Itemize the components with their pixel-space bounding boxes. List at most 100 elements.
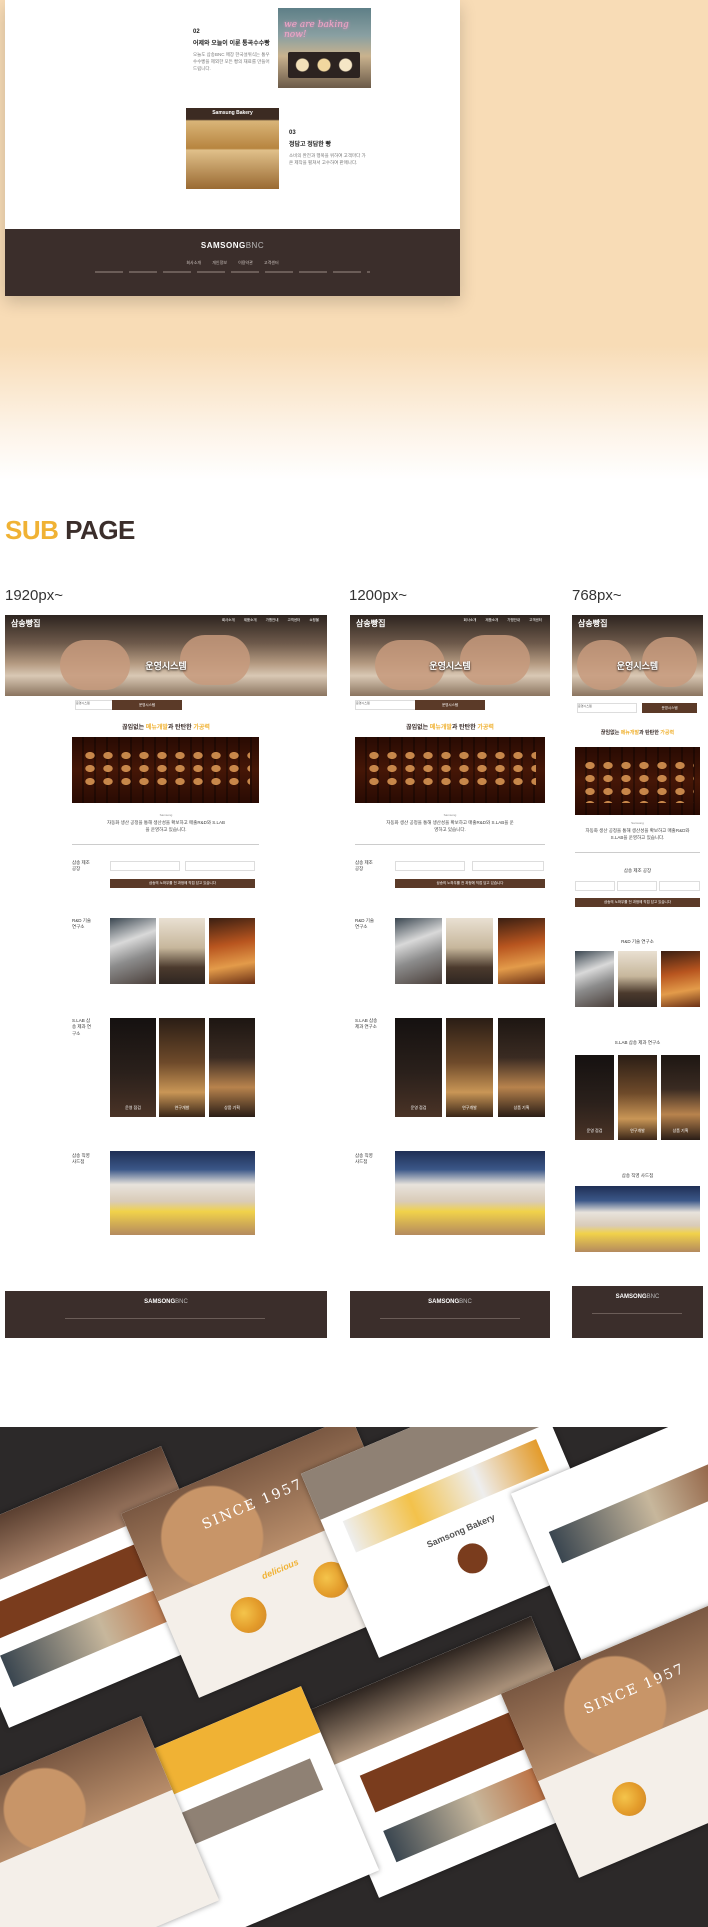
breakpoint-label-768: 768px~: [572, 587, 622, 604]
option-pill[interactable]: [185, 861, 255, 871]
tile-image: [548, 1449, 708, 1564]
nav-item[interactable]: 가맹안내: [266, 618, 279, 622]
logo-sub: BNC: [175, 1299, 188, 1305]
photo-caption: 상품 기획: [224, 1105, 240, 1110]
section-number: 03: [289, 130, 296, 136]
subnav-select[interactable]: 운영시스템: [355, 700, 420, 710]
bun: [224, 1591, 273, 1639]
logo-sub: BNC: [646, 1294, 660, 1300]
section-label-rd: R&D 기술 연구소: [355, 918, 375, 930]
subpage-frame-768: 삼송빵집 운영시스템 운영시스템 운영시스템 끊임없는 메뉴개발과 탄탄한 가공…: [572, 615, 703, 1338]
site-logo[interactable]: 삼송빵집: [578, 618, 607, 629]
nav-item[interactable]: 제품소개: [244, 618, 257, 622]
photo-caption: 연구개발: [462, 1105, 477, 1110]
subnav-select[interactable]: 운영시스템: [577, 703, 637, 713]
footer-info-line: [380, 1318, 520, 1319]
tagline-text: 끊임없는: [600, 730, 621, 736]
main-page-mockup: 02 어제와 오늘이 이룬 통곡수수빵 오늘도 삼송BNC 매장 한국설위식는 …: [5, 0, 460, 296]
logo-main: SAMSONG: [144, 1299, 176, 1305]
tagline: 끊임없는 메뉴개발과 탄탄한 가공력: [350, 722, 550, 731]
section-label-store: 삼송 직영 사드점: [355, 1153, 373, 1165]
center-badge: [452, 1538, 493, 1579]
section-label-rd: R&D 기술 연구소: [621, 939, 654, 944]
footer-link[interactable]: 이용약관: [238, 260, 253, 265]
nav-item[interactable]: 가맹안내: [507, 618, 520, 622]
rd-photo-1: [110, 918, 156, 984]
footer-logo: SAMSONGBNC: [350, 1299, 550, 1305]
nav-item[interactable]: 쇼핑몰: [309, 618, 319, 622]
rd-photo-1: [575, 951, 614, 1007]
intro-caption: Samsong: [631, 821, 644, 825]
intro-desc: 자동화 생산 공정을 통해 생산성을 확보하고 매출R&D와 S.LAB을 운영…: [386, 820, 514, 832]
tagline-text: 끊임없는: [122, 725, 146, 731]
option-pill[interactable]: [575, 881, 615, 891]
option-pill[interactable]: [110, 861, 180, 871]
slab-photo-3: 상품 기획: [661, 1055, 700, 1140]
option-pill[interactable]: [472, 861, 544, 871]
hero-caption: 운영시스템: [145, 661, 187, 671]
store-photo: [110, 1151, 255, 1235]
slab-photo-1: 운영 점검: [395, 1018, 442, 1117]
subpage-frame-1920: 삼송빵집 회사소개 제품소개 가맹안내 고객센터 쇼핑몰 운영시스템 운영시스템…: [5, 615, 327, 1338]
divider: [72, 844, 259, 845]
section-label-store: 삼송 직영 사드점: [621, 1173, 654, 1178]
option-pill[interactable]: [617, 881, 657, 891]
site-logo[interactable]: 삼송빵집: [11, 618, 40, 629]
rd-photo-3: [209, 918, 255, 984]
bread-tray: [288, 52, 360, 78]
footer-logo: SAMSONGBNC: [572, 1294, 703, 1300]
option-pill[interactable]: [395, 861, 465, 871]
subpage-footer: SAMSONGBNC: [572, 1286, 703, 1338]
mockup-section-02: 02 어제와 오늘이 이룬 통곡수수빵 오늘도 삼송BNC 매장 한국설위식는 …: [193, 28, 273, 72]
section-label-factory: 삼송 제조 공장: [623, 868, 652, 873]
bun: [606, 1776, 652, 1822]
footer-link[interactable]: 회사소개: [186, 260, 201, 265]
nav-item[interactable]: 회사소개: [222, 618, 235, 622]
section-label-factory: 삼송 제조 공장: [72, 860, 90, 872]
sub-page-heading: SUB PAGE: [5, 515, 135, 546]
breakpoint-label-1920: 1920px~: [5, 587, 63, 604]
section-label-slab: S.LAB 삼송 제과 연구소: [355, 1018, 378, 1030]
section-label-factory: 삼송 제조 공장: [355, 860, 373, 872]
nav-item[interactable]: 고객센터: [287, 618, 300, 622]
rd-photo-2: [446, 918, 493, 984]
rd-photo-3: [498, 918, 545, 984]
footer-link[interactable]: 개인정보: [212, 260, 227, 265]
hero-banner: 삼송빵집 회사소개 제품소개 가맹안내 고객센터 운영시스템: [350, 615, 550, 696]
intro-desc: 자동화 생산 공정을 통해 생산성을 확보하고 매출R&D와 S.LAB을 운영…: [107, 820, 225, 832]
tagline: 끊임없는 메뉴개발과 탄탄한 가공력: [5, 722, 327, 731]
pastry-shelf-image: [575, 747, 700, 815]
hero-caption: 운영시스템: [429, 661, 471, 671]
tagline-highlight: 가공력: [477, 725, 494, 731]
tagline-text: 과 탄탄한: [451, 725, 478, 731]
rd-photo-1: [395, 918, 442, 984]
heading-rest: PAGE: [58, 515, 135, 545]
tagline-highlight: 메뉴개발: [145, 725, 168, 731]
nav-item[interactable]: 제품소개: [485, 618, 498, 622]
nav-item[interactable]: 회사소개: [463, 618, 476, 622]
tagline-highlight: 가공력: [660, 730, 675, 736]
footer-info-line: [592, 1313, 682, 1314]
footer-info-line: [95, 271, 370, 273]
slab-photo-3: 상품 기획: [209, 1018, 255, 1117]
mockup-section-03: 03 정답고 정답한 빵 소비의 완전과 행복을 위하여 고객마다 가온 제작을…: [289, 129, 369, 167]
option-pill[interactable]: [659, 881, 700, 891]
nav-item[interactable]: 고객센터: [529, 618, 542, 622]
tagline: 끊임없는 메뉴개발과 탄탄한 가공력: [572, 729, 703, 736]
neon-sign-photo: we are baking now!: [278, 8, 371, 88]
subnav-button[interactable]: 운영시스템: [112, 700, 182, 710]
case-sign: Samsung Bakery: [212, 110, 253, 116]
site-logo[interactable]: 삼송빵집: [356, 618, 385, 629]
divider: [575, 852, 700, 853]
subnav-button[interactable]: 운영시스템: [415, 700, 485, 710]
intro-desc: 자동화 생산 공정을 통해 생산성을 확보하고 매출R&D와 S.LAB을 운영…: [585, 828, 690, 840]
tagline-text: 과 탄탄한: [167, 725, 194, 731]
pastry-shelf-image: [355, 737, 545, 803]
subnav-button[interactable]: 운영시스템: [642, 703, 697, 713]
top-nav: 회사소개 제품소개 가맹안내 고객센터 쇼핑몰: [214, 618, 319, 623]
subnav-select[interactable]: 운영시스템: [75, 700, 115, 710]
footer-link[interactable]: 고객센터: [264, 260, 279, 265]
section-title: 정답고 정답한 빵: [289, 142, 331, 148]
logo-main: SAMSONG: [615, 1294, 647, 1300]
slab-photo-2: 연구개발: [159, 1018, 205, 1117]
